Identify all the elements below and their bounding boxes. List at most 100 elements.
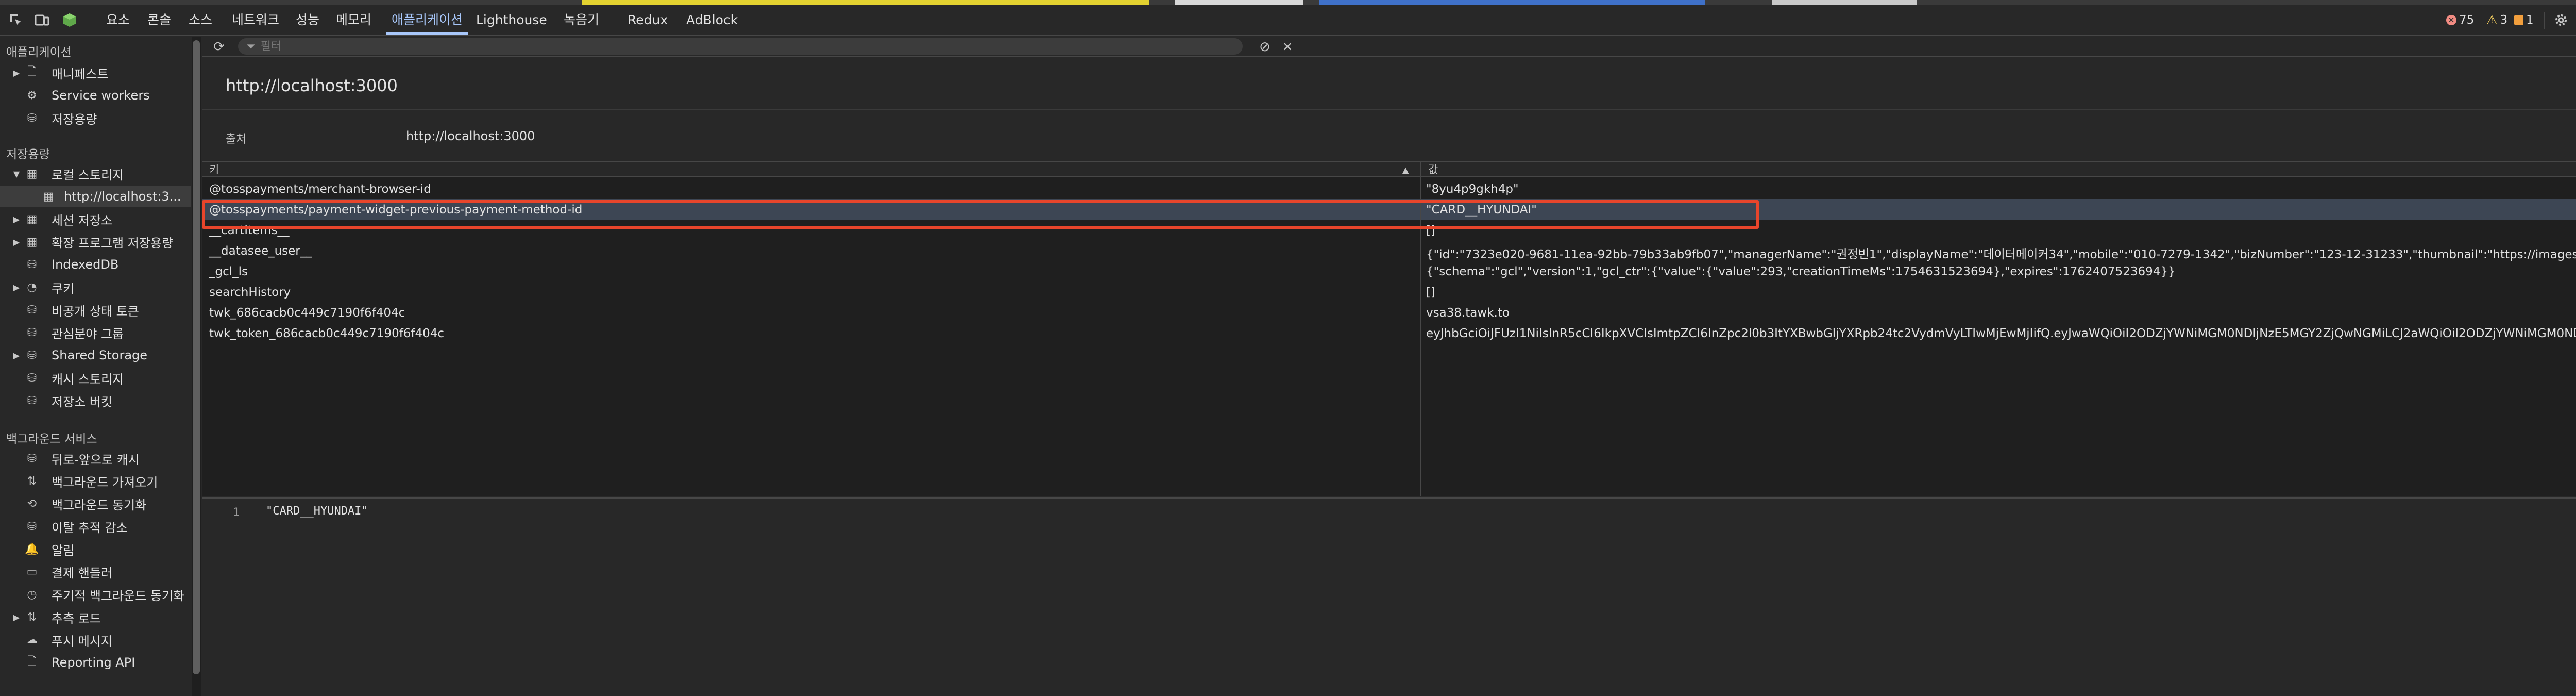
file-icon: 🗋	[27, 65, 37, 78]
sidebar-item-cookies[interactable]: ▶ ◔ 쿠키	[0, 276, 191, 298]
expand-arrow-icon[interactable]: ▶	[11, 351, 22, 360]
sidebar-item-service-workers[interactable]: ⚙ Service workers	[0, 85, 191, 106]
table-row[interactable]: @tosspayments/merchant-browser-id "8yu4p…	[202, 178, 2576, 199]
tab-recorder[interactable]: 녹음기	[564, 5, 599, 35]
table-row[interactable]: __datasee_user__ {"id":"7323e020-9681-11…	[202, 240, 2576, 261]
origin-label: 출처	[226, 133, 247, 146]
row-value: []	[1426, 224, 1435, 237]
sidebar-item-session-storage[interactable]: ▶ ▦ 세션 저장소	[0, 208, 191, 230]
warning-icon: ⚠	[2486, 13, 2498, 27]
row-value: []	[1426, 286, 1435, 299]
collapse-arrow-icon[interactable]: ▼	[11, 169, 22, 179]
database-icon: ⛁	[27, 349, 37, 362]
sidebar-item-push-messaging[interactable]: ☁ 푸시 메시지	[0, 629, 191, 651]
table-row[interactable]: twk_686cacb0c449c7190f6f404c vsa38.tawk.…	[202, 302, 2576, 323]
sidebar-item-bounce-tracking[interactable]: ⛁ 이탈 추적 감소	[0, 516, 191, 537]
error-count-badge[interactable]: ✕ 75	[2446, 12, 2474, 28]
sidebar-item-label: 캐시 스토리지	[52, 372, 124, 387]
sidebar-item-private-state-tokens[interactable]: ⛁ 비공개 상태 토큰	[0, 299, 191, 321]
sidebar-scrollbar-thumb[interactable]	[193, 40, 200, 674]
sidebar-heading-application: 애플리케이션	[6, 46, 72, 59]
table-row-selected[interactable]: @tosspayments/payment-widget-previous-pa…	[202, 199, 2576, 220]
sidebar-item-interest-groups[interactable]: ⛁ 관심분야 그룹	[0, 322, 191, 343]
fetch-icon: ⇅	[27, 474, 37, 488]
sidebar-item-periodic-sync[interactable]: ◷ 주기적 백그라운드 동기화	[0, 584, 191, 605]
clear-all-icon[interactable]: ⊘	[1256, 38, 1274, 56]
extension-icon[interactable]	[61, 11, 78, 29]
window-strip-segment	[1319, 0, 1705, 5]
row-key: twk_686cacb0c449c7190f6f404c	[209, 306, 405, 320]
table-icon: ▦	[26, 212, 38, 226]
tab-adblock[interactable]: AdBlock	[686, 5, 738, 35]
sidebar-item-back-forward-cache[interactable]: ⛁ 뒤로-앞으로 캐시	[0, 448, 191, 469]
database-icon: ⛁	[27, 303, 37, 317]
table-row[interactable]: _gcl_ls {"schema":"gcl","version":1,"gcl…	[202, 261, 2576, 281]
tab-sources[interactable]: 소스	[189, 5, 212, 35]
sidebar-item-background-sync[interactable]: ⟲ 백그라운드 동기화	[0, 493, 191, 515]
table-row[interactable]: __cartItems__ []	[202, 220, 2576, 240]
issue-count-badge[interactable]: 1	[2514, 12, 2534, 28]
tab-redux[interactable]: Redux	[628, 5, 668, 35]
sidebar-item-indexeddb[interactable]: ⛁ IndexedDB	[0, 254, 191, 275]
device-toggle-icon[interactable]	[33, 11, 50, 29]
sidebar-item-label: 이탈 추적 감소	[52, 520, 128, 535]
sidebar-item-localhost-origin[interactable]: ▦ http://localhost:3...	[0, 186, 191, 207]
sidebar-item-extension-storage[interactable]: ▶ ▦ 확장 프로그램 저장용량	[0, 231, 191, 253]
cloud-icon: ☁	[26, 633, 38, 647]
sidebar-item-shared-storage[interactable]: ▶ ⛁ Shared Storage	[0, 344, 191, 366]
key-column-header[interactable]: 키	[202, 162, 219, 177]
table-row[interactable]: searchHistory []	[202, 281, 2576, 302]
window-strip-segment	[1175, 0, 1303, 5]
tab-lighthouse[interactable]: Lighthouse	[476, 5, 547, 35]
sidebar-item-label: 저장소 버킷	[52, 394, 113, 409]
filter-box[interactable]: ⏷	[238, 38, 1243, 55]
expand-arrow-icon[interactable]: ▶	[11, 283, 22, 292]
warning-count: 3	[2500, 13, 2508, 27]
sidebar-item-reporting-api[interactable]: 🗋 Reporting API	[0, 652, 191, 673]
sidebar-item-storage[interactable]: ⛁ 저장용량	[0, 107, 191, 129]
sidebar-item-label: 세션 저장소	[52, 213, 113, 228]
tab-elements[interactable]: 요소	[106, 5, 130, 35]
sidebar-item-label: Reporting API	[52, 655, 135, 670]
expand-arrow-icon[interactable]: ▶	[11, 612, 22, 622]
table-row[interactable]: twk_token_686cacb0c449c7190f6f404c eyJhb…	[202, 323, 2576, 343]
error-icon: ✕	[2446, 15, 2456, 25]
sidebar-item-label: 푸시 메시지	[52, 634, 113, 649]
settings-gear-icon[interactable]	[2552, 11, 2570, 29]
preview-line-number: 1	[233, 506, 240, 518]
sidebar-item-cache-storage[interactable]: ⛁ 캐시 스토리지	[0, 367, 191, 389]
sidebar-item-storage-buckets[interactable]: ⛁ 저장소 버킷	[0, 390, 191, 411]
row-value: {"schema":"gcl","version":1,"gcl_ctr":{"…	[1426, 265, 2176, 278]
application-sidebar: 애플리케이션 ▶ 🗋 매니페스트 ⚙ Service workers ⛁ 저장용…	[0, 37, 191, 696]
column-resizer[interactable]	[1420, 162, 1421, 496]
sidebar-item-label: 뒤로-앞으로 캐시	[52, 452, 140, 467]
sidebar-item-payment-handler[interactable]: ▭ 결제 핸들러	[0, 561, 191, 583]
expand-arrow-icon[interactable]: ▶	[11, 68, 22, 78]
tab-memory[interactable]: 메모리	[336, 5, 371, 35]
sidebar-item-label: 확장 프로그램 저장용량	[52, 236, 174, 251]
inspect-element-icon[interactable]	[7, 11, 25, 29]
devtools-toolbar: 요소 콘솔 소스 네트워크 성능 메모리 애플리케이션 Lighthouse 녹…	[0, 5, 2576, 36]
sidebar-item-speculative-loads[interactable]: ▶ ⇅ 추측 로드	[0, 606, 191, 628]
expand-arrow-icon[interactable]: ▶	[11, 237, 22, 247]
sidebar-item-local-storage[interactable]: ▼ ▦ 로컬 스토리지	[0, 163, 191, 185]
preview-value-text: "CARD__HYUNDAI"	[266, 505, 368, 518]
sort-ascending-icon[interactable]: ▲	[1402, 165, 1409, 175]
row-value: "8yu4p9gkh4p"	[1426, 183, 1519, 196]
filter-input[interactable]	[260, 40, 1188, 53]
tab-performance[interactable]: 성능	[296, 5, 319, 35]
sync-icon: ⟲	[27, 497, 37, 510]
storage-filter-bar: ⟳ ⏷ ⊘ ✕	[202, 37, 2576, 57]
sidebar-item-background-fetch[interactable]: ⇅ 백그라운드 가져오기	[0, 470, 191, 492]
value-column-header[interactable]: 값	[1421, 162, 1438, 177]
warning-count-badge[interactable]: ⚠ 3	[2486, 12, 2507, 28]
expand-arrow-icon[interactable]: ▶	[11, 214, 22, 224]
delete-selected-icon[interactable]: ✕	[1279, 38, 1296, 56]
sidebar-item-manifest[interactable]: ▶ 🗋 매니페스트	[0, 62, 191, 84]
tab-console[interactable]: 콘솔	[147, 5, 171, 35]
file-icon: 🗋	[27, 655, 37, 668]
tab-network[interactable]: 네트워크	[232, 5, 279, 35]
tab-application[interactable]: 애플리케이션	[386, 5, 468, 35]
refresh-icon[interactable]: ⟳	[210, 38, 228, 56]
sidebar-item-notifications[interactable]: 🔔 알림	[0, 538, 191, 560]
